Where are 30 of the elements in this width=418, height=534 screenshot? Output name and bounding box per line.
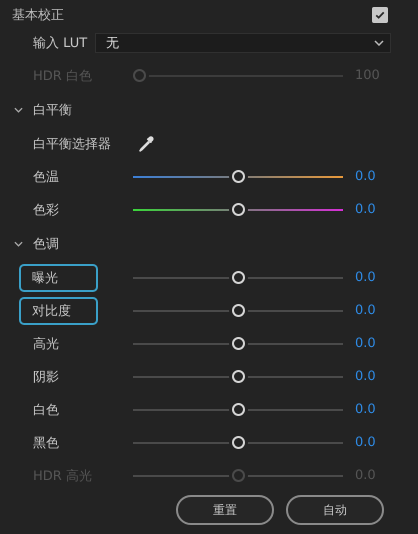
- eyedropper-icon[interactable]: [137, 134, 155, 152]
- slider-value[interactable]: 0.0: [355, 336, 376, 351]
- action-button[interactable]: 重置: [176, 495, 274, 525]
- slider-label: 色温: [33, 168, 60, 186]
- picker-label: 白平衡选择器: [33, 136, 112, 152]
- checkmark-icon: [374, 9, 386, 21]
- slider-label: 阴影: [33, 368, 60, 386]
- slider-value[interactable]: 0.0: [355, 435, 376, 450]
- chevron-down-icon[interactable]: [14, 240, 23, 246]
- section-title: 色调: [33, 236, 59, 252]
- slider-value[interactable]: 0.0: [355, 270, 376, 285]
- slider-value[interactable]: 0.0: [355, 169, 376, 184]
- slider-value[interactable]: 0.0: [355, 369, 376, 384]
- slider-label: 黑色: [33, 434, 60, 452]
- panel-title: 基本校正: [12, 7, 64, 24]
- action-button[interactable]: 自动: [286, 495, 384, 525]
- slider-value[interactable]: 0.0: [355, 202, 376, 217]
- lut-dropdown[interactable]: 无: [95, 32, 391, 52]
- chevron-down-icon: [374, 40, 384, 46]
- slider-label: 色彩: [33, 202, 60, 218]
- slider-label: 高光: [33, 336, 60, 352]
- section-title: 白平衡: [33, 102, 72, 118]
- chevron-down-icon[interactable]: [14, 106, 23, 112]
- slider-label: 曝光: [19, 264, 98, 292]
- slider-label: 白色: [33, 402, 60, 418]
- slider-value[interactable]: 0.0: [355, 303, 376, 318]
- slider-label: 对比度: [19, 296, 98, 324]
- checkbox[interactable]: [372, 7, 388, 23]
- lut-label: 输入 LUT: [33, 34, 88, 52]
- slider-value[interactable]: 0.0: [355, 402, 376, 417]
